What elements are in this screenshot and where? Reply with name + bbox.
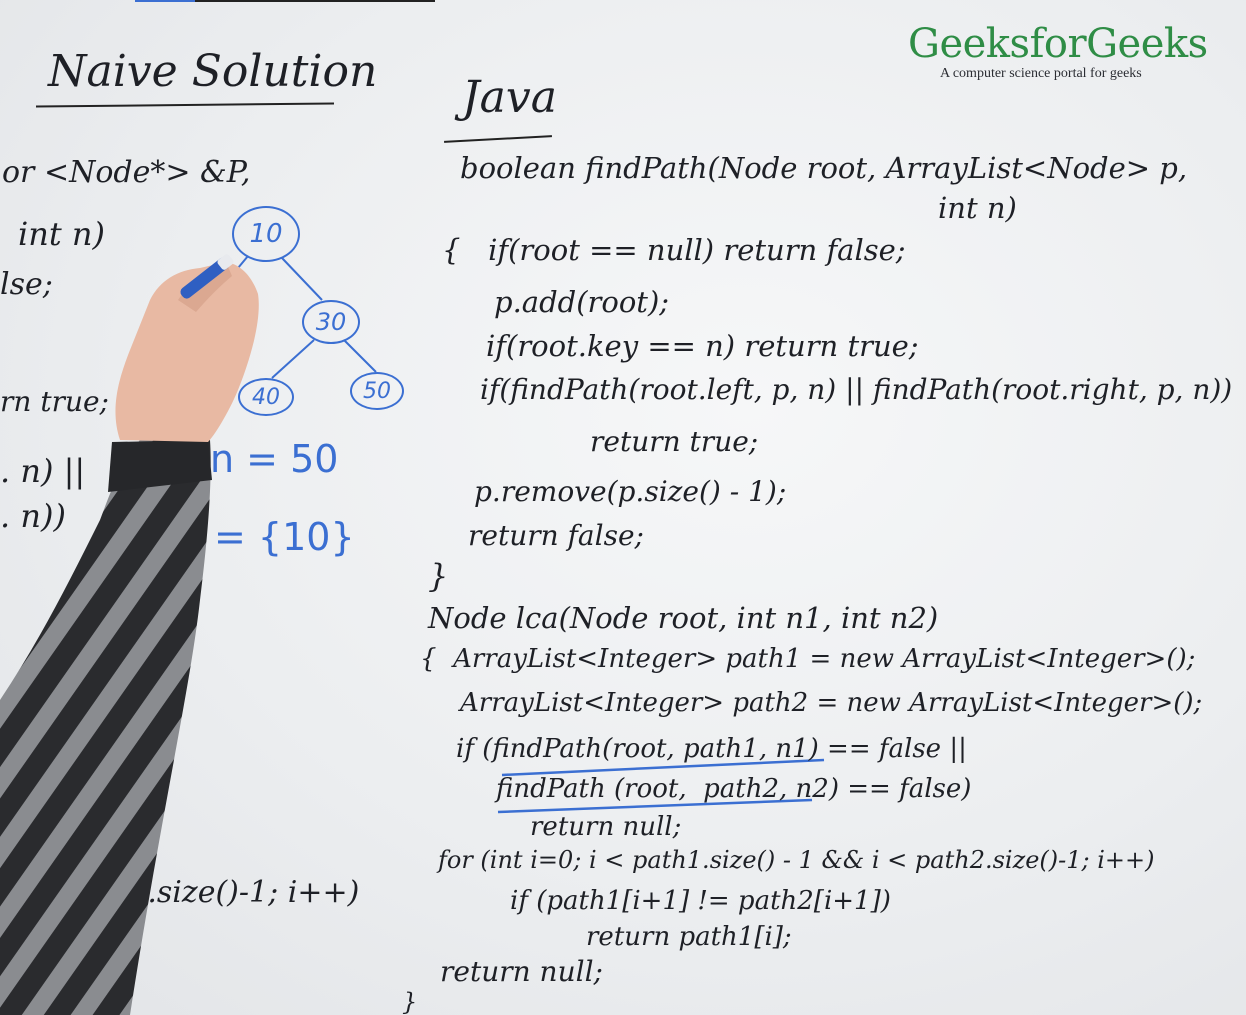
presenter-arm (0, 254, 259, 1015)
sleeve (0, 440, 211, 1015)
whiteboard: GeeksforGeeks A computer science portal … (0, 0, 1246, 1015)
